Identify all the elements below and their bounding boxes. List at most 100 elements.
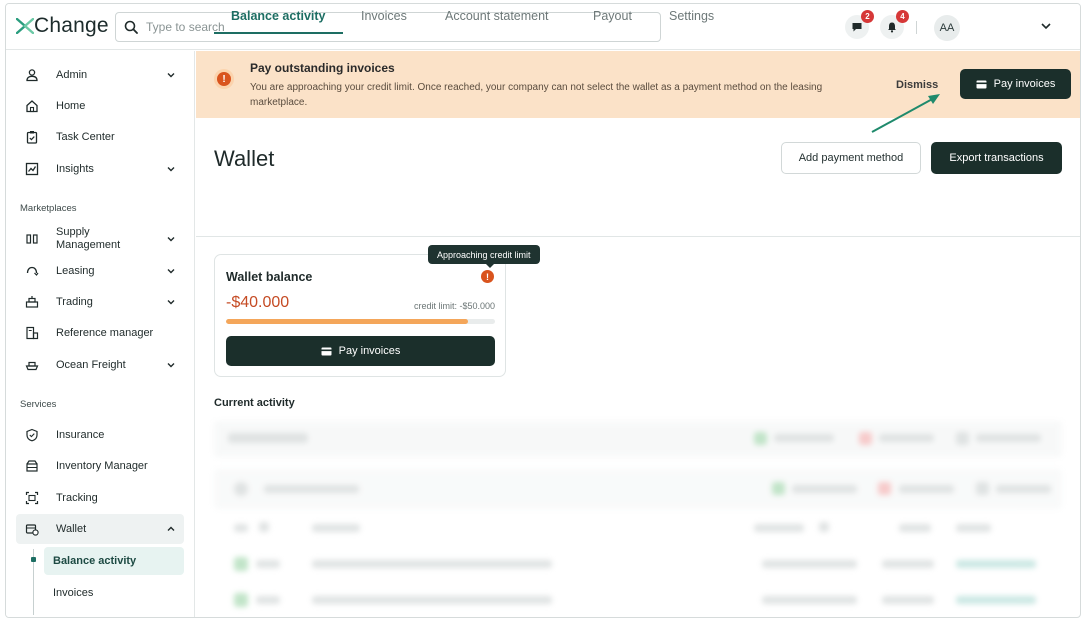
chevron-down-icon	[167, 363, 175, 368]
card-pay-invoices-button[interactable]: Pay invoices	[226, 336, 495, 366]
placeholder-text	[312, 596, 552, 604]
placeholder-text	[774, 434, 834, 442]
placeholder-text	[762, 560, 857, 568]
placeholder-icon	[259, 522, 269, 532]
columns-icon	[24, 231, 40, 247]
tab-invoices[interactable]: Invoices	[361, 4, 407, 34]
button-label: Pay invoices	[338, 345, 401, 357]
wallet-icon	[24, 521, 40, 537]
sidebar-subitem-balance-activity[interactable]: Balance activity	[44, 547, 184, 575]
messages-badge: 2	[861, 10, 874, 23]
sidebar-item-label: Insurance	[56, 428, 105, 441]
sidebar-item-ocean-freight[interactable]: Ocean Freight	[16, 350, 184, 380]
divider	[916, 21, 917, 34]
placeholder-text	[264, 485, 359, 493]
placeholder-badge	[234, 557, 248, 571]
placeholder-icon	[234, 482, 248, 496]
chevron-down-icon[interactable]	[1040, 20, 1052, 32]
sidebar-item-label: Inventory Manager	[56, 459, 148, 472]
dismiss-button[interactable]: Dismiss	[896, 79, 938, 91]
placeholder-text	[792, 485, 857, 493]
placeholder-text	[882, 560, 934, 568]
tab-account-statement[interactable]: Account statement	[445, 4, 549, 34]
sidebar-item-label: Supply Management	[56, 226, 120, 252]
clipboard-icon	[24, 129, 40, 145]
sidebar-item-label: Admin	[56, 68, 88, 81]
placeholder-text	[976, 434, 1041, 442]
notifications-button[interactable]: 4	[880, 10, 909, 39]
tabs-divider	[196, 236, 1080, 237]
placeholder-badge	[859, 432, 872, 445]
logo[interactable]: Change	[16, 14, 109, 38]
credit-card-icon	[321, 347, 332, 355]
sidebar-item-label: Insights	[56, 162, 94, 175]
banner-pay-invoices-button[interactable]: Pay invoices	[960, 69, 1071, 99]
sidebar-item-supply-management[interactable]: Supply Management	[16, 223, 184, 255]
chevron-down-icon	[167, 269, 175, 274]
logo-mark-icon	[16, 18, 34, 34]
ship-icon	[24, 357, 40, 373]
warning-icon[interactable]: !	[481, 270, 494, 283]
page-title: Wallet	[214, 146, 275, 171]
avatar[interactable]: AA	[934, 15, 960, 41]
banner-title: Pay outstanding invoices	[250, 61, 395, 75]
placeholder-badge	[772, 482, 785, 495]
chevron-down-icon	[167, 300, 175, 305]
chat-icon	[852, 23, 862, 32]
sidebar-item-label: Trading	[56, 295, 93, 308]
messages-button[interactable]: 2	[845, 10, 874, 39]
reference-icon	[24, 325, 40, 341]
current-activity-title: Current activity	[214, 397, 295, 409]
placeholder-text	[256, 596, 280, 604]
sidebar-item-tracking[interactable]: Tracking	[16, 483, 184, 513]
placeholder-text	[762, 596, 857, 604]
sidebar-item-trading[interactable]: Trading	[16, 287, 184, 317]
chevron-down-icon	[167, 73, 175, 78]
placeholder-badge	[878, 482, 891, 495]
sidebar-subitem-invoices[interactable]: Invoices	[44, 579, 184, 607]
sidebar-item-admin[interactable]: Admin	[16, 60, 184, 90]
chevron-up-icon	[167, 526, 175, 531]
chart-icon	[24, 161, 40, 177]
app-window: Change 2 4 AA	[5, 3, 1081, 618]
blurred-activity-table	[214, 421, 1062, 617]
tab-payout[interactable]: Payout	[593, 4, 632, 34]
sidebar-item-task-center[interactable]: Task Center	[16, 122, 184, 152]
alert-icon: !	[214, 69, 234, 89]
placeholder-text	[228, 433, 308, 443]
sidebar-item-label: Wallet	[56, 522, 87, 535]
sidebar-item-insights[interactable]: Insights	[16, 154, 184, 184]
add-payment-method-button[interactable]: Add payment method	[781, 142, 921, 174]
sidebar-item-reference-manager[interactable]: Reference manager	[16, 318, 184, 348]
sidebar-item-label: Leasing	[56, 264, 95, 277]
active-indicator	[31, 557, 36, 562]
chevron-down-icon	[167, 237, 175, 242]
sidebar-item-leasing[interactable]: Leasing	[16, 256, 184, 286]
home-icon	[24, 98, 40, 114]
inventory-icon	[24, 458, 40, 474]
shield-icon	[24, 427, 40, 443]
section-title-marketplaces: Marketplaces	[20, 203, 77, 214]
placeholder-badge	[976, 482, 989, 495]
tab-balance-activity[interactable]: Balance activity	[214, 4, 343, 34]
placeholder-text	[312, 524, 360, 532]
credit-usage-fill	[226, 319, 469, 324]
tracking-icon	[24, 490, 40, 506]
sidebar-item-inventory-manager[interactable]: Inventory Manager	[16, 451, 184, 481]
placeholder-text	[899, 485, 954, 493]
banner-text: You are approaching your credit limit. O…	[250, 82, 823, 108]
placeholder-text	[956, 524, 991, 532]
sidebar-item-insurance[interactable]: Insurance	[16, 420, 184, 450]
table-header-bar	[214, 421, 1062, 457]
section-title-services: Services	[20, 399, 57, 410]
label-line: Supply	[56, 226, 90, 238]
balance-amount: -$40.000	[226, 294, 290, 311]
sidebar-item-label: Reference manager	[56, 326, 154, 339]
sidebar-item-home[interactable]: Home	[16, 91, 184, 121]
placeholder-text	[754, 524, 804, 532]
sidebar: Admin Home Task Center Insights Marketpl…	[6, 51, 195, 617]
tab-settings[interactable]: Settings	[669, 4, 714, 34]
export-transactions-button[interactable]: Export transactions	[931, 142, 1062, 174]
sidebar-item-wallet[interactable]: Wallet	[16, 514, 184, 544]
credit-limit-text: credit limit: -$50.000	[413, 301, 495, 311]
